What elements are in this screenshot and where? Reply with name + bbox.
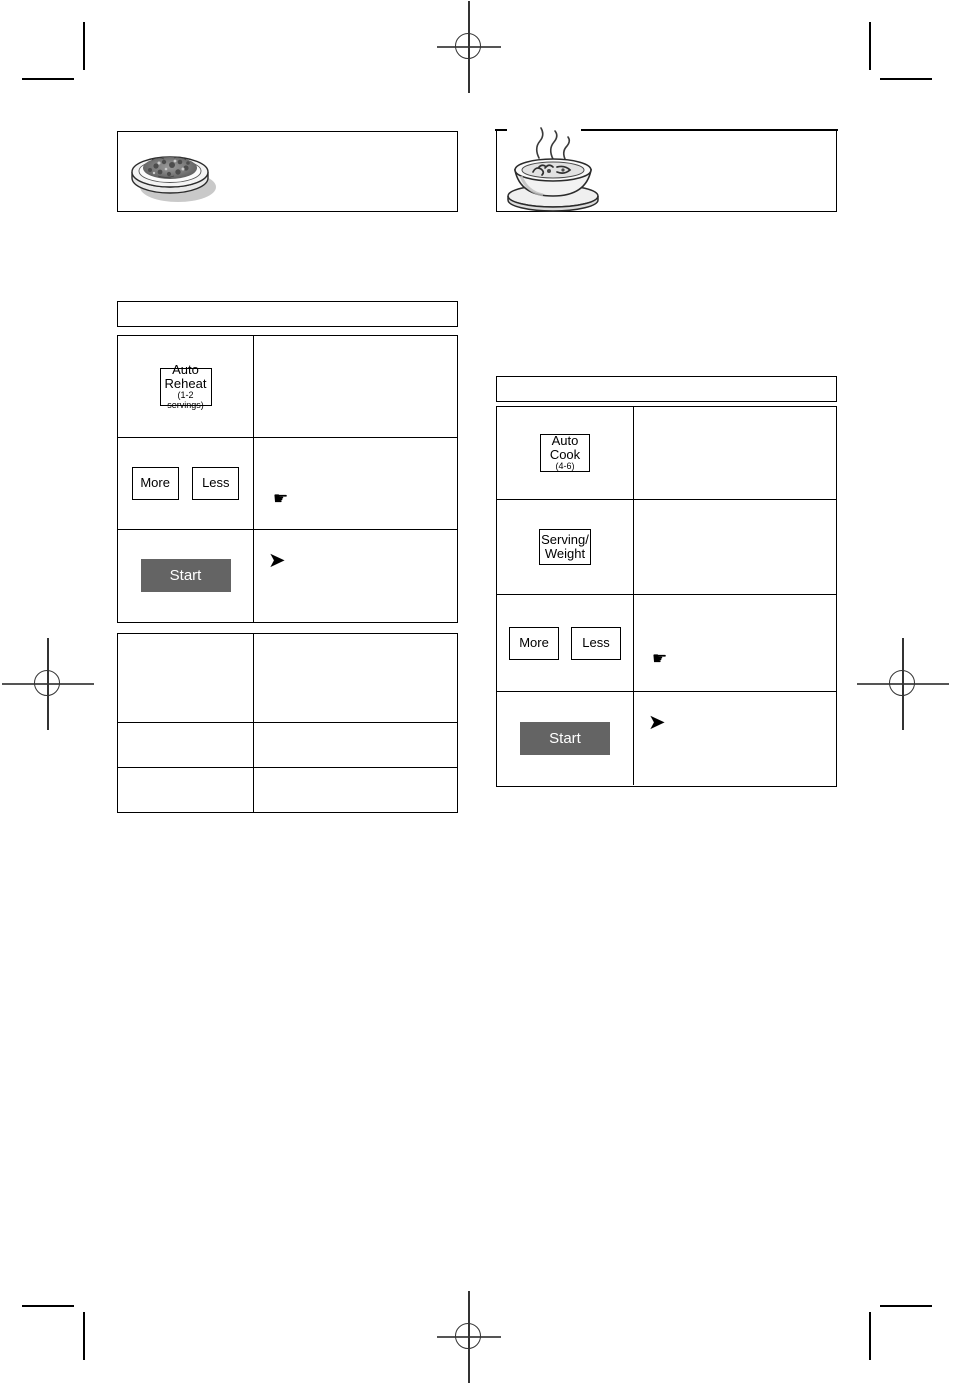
crop-mark-bottom-right-horizontal [880,1305,932,1307]
start-button[interactable]: Start [520,722,610,755]
more-button-label: More [140,475,170,491]
table-row: Start ➤ [118,529,457,622]
registration-circle [455,1323,481,1349]
registration-target-right [857,638,949,730]
less-button[interactable]: Less [571,626,621,660]
left-note3-label-cell [118,767,254,812]
plate-of-food-icon [126,138,218,211]
soup-box-top-border-right [581,129,838,131]
left-note2-label-cell [118,723,254,767]
crop-mark-top-right-vertical [869,22,871,70]
table-row [118,634,457,723]
auto-cook-button[interactable]: Auto Cook (4-6) [540,434,590,472]
more-button[interactable]: More [509,626,559,660]
less-button[interactable]: Less [192,466,240,500]
right-step2-instruction-cell [634,500,836,594]
left-step3-instruction-cell: ➤ [254,530,457,622]
left-notes-table [117,633,458,813]
auto-reheat-line1: Auto [172,361,199,377]
table-row [118,767,457,813]
right-step3-button-cell: More Less [497,595,634,691]
registration-target-left [2,638,94,730]
table-row [118,723,457,768]
left-note2-text-cell [254,723,457,767]
table-row: Start ➤ [497,692,836,785]
soup-illustration-box [495,127,838,212]
steaming-soup-bowl-icon [501,118,605,219]
serving-weight-line1: Serving/ [541,531,589,547]
right-step2-button-cell: Serving/ Weight [497,500,634,594]
table-row: More Less ☛ [497,595,836,692]
registration-circle [889,670,915,696]
left-step2-instruction-cell: ☛ [254,438,457,528]
pointing-hand-icon: ☛ [273,489,289,509]
crop-mark-top-right-horizontal [880,78,932,80]
less-button-label: Less [582,634,610,650]
registration-circle [455,33,481,59]
table-row: Auto Cook (4-6) [497,407,836,500]
left-step3-button-cell: Start [118,529,254,622]
left-panel-header-bar [117,301,458,327]
crop-mark-bottom-left-vertical [83,1312,85,1360]
start-button[interactable]: Start [140,559,231,593]
right-step4-button-cell: Start [497,692,634,785]
left-step1-button-cell: Auto Reheat (1-2 servings) [118,336,254,438]
right-panel-header-bar [496,376,837,402]
left-note1-label-cell [118,634,254,722]
right-step4-instruction-cell: ➤ [634,692,836,785]
crop-mark-top-left-horizontal [22,78,74,80]
registration-target-bottom [437,1291,501,1383]
less-button-label: Less [202,475,230,491]
auto-cook-line2: Cook [549,447,581,463]
start-button-label: Start [549,730,581,747]
left-step1-instruction-cell [254,336,457,437]
crop-mark-bottom-right-vertical [869,1312,871,1360]
crop-mark-bottom-left-horizontal [22,1305,74,1307]
pointing-hand-icon: ☛ [652,649,668,668]
more-button[interactable]: More [131,466,179,500]
table-row: Serving/ Weight [497,500,836,595]
registration-target-top [437,1,501,93]
right-step1-instruction-cell [634,407,836,499]
table-row: Auto Reheat (1-2 servings) [118,336,457,439]
auto-reheat-line2: Reheat [164,375,207,391]
auto-reheat-line3: (1-2 servings) [167,389,204,410]
start-button-label: Start [169,567,202,585]
plate-illustration-box [117,131,458,212]
arrowhead-icon: ➤ [648,711,666,734]
left-note1-text-cell [254,634,457,722]
arrowhead-icon: ➤ [268,548,286,572]
right-step1-button-cell: Auto Cook (4-6) [497,407,634,499]
right-step3-instruction-cell: ☛ [634,595,836,691]
crop-mark-top-left-vertical [83,22,85,70]
serving-weight-line2: Weight [544,546,586,561]
serving-weight-button[interactable]: Serving/ Weight [539,529,591,565]
auto-cook-line1: Auto [551,433,579,449]
registration-circle [34,670,60,696]
left-steps-table: Auto Reheat (1-2 servings) More Less ☛ S… [117,335,458,623]
left-note3-text-cell [254,768,457,813]
right-steps-table: Auto Cook (4-6) Serving/ Weight More Les… [496,406,837,787]
left-step2-button-cell: More Less [118,438,254,529]
auto-reheat-button[interactable]: Auto Reheat (1-2 servings) [159,362,212,410]
more-button-label: More [519,634,549,650]
auto-cook-line3: (4-6) [555,461,575,472]
table-row: More Less ☛ [118,438,457,530]
